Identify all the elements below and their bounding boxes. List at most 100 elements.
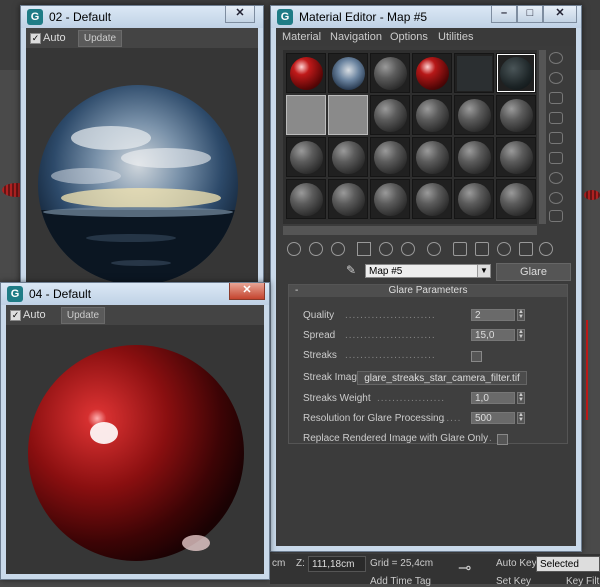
menu-material[interactable]: Material: [282, 31, 321, 43]
assign-material-icon[interactable]: [331, 242, 345, 256]
show-end-result-icon[interactable]: [475, 242, 489, 256]
slots-vertical-scrollbar[interactable]: [539, 50, 546, 224]
maximize-button[interactable]: □: [517, 6, 543, 23]
material-map-navigator-icon[interactable]: [539, 242, 553, 256]
material-editor-window[interactable]: G Material Editor - Map #5 – □ ✕ Materia…: [270, 5, 582, 552]
sample-slot[interactable]: [370, 137, 410, 177]
menu-navigation[interactable]: Navigation: [330, 31, 382, 43]
sample-slot[interactable]: [328, 95, 368, 135]
spinner-arrows-icon[interactable]: ▲ ▼: [517, 329, 525, 341]
make-preview-icon[interactable]: [549, 152, 563, 164]
show-shaded-material-icon[interactable]: [453, 242, 467, 256]
material-id-channel-icon[interactable]: [427, 242, 441, 256]
video-color-check-icon[interactable]: [549, 132, 563, 144]
rollout-title[interactable]: Glare Parameters: [289, 285, 567, 297]
window-02-default[interactable]: G 02 - Default ✕ ✓ Auto Update: [20, 5, 264, 295]
sample-slot[interactable]: [412, 53, 452, 93]
selection-set-dropdown[interactable]: Selected: [536, 556, 600, 572]
replace-rendered-checkbox[interactable]: [497, 434, 508, 445]
spread-spinner[interactable]: 15,0: [471, 329, 515, 341]
select-by-material-icon[interactable]: [549, 192, 563, 204]
sample-slot[interactable]: [286, 137, 326, 177]
sample-slot[interactable]: [370, 95, 410, 135]
sample-slot[interactable]: [370, 179, 410, 219]
window-04-close-button[interactable]: ✕: [229, 283, 265, 300]
sample-slot[interactable]: [286, 95, 326, 135]
sample-slot[interactable]: [496, 137, 536, 177]
set-key-button[interactable]: Set Key: [496, 576, 531, 587]
streaks-checkbox[interactable]: [471, 351, 482, 362]
render-view: [6, 325, 264, 574]
material-map-navigator-icon[interactable]: [549, 210, 563, 222]
reset-map-icon[interactable]: [357, 242, 371, 256]
sample-slot[interactable]: [496, 95, 536, 135]
close-button[interactable]: ✕: [543, 6, 577, 23]
sample-slot[interactable]: [328, 53, 368, 93]
window-04-client: ✓ Auto Update: [6, 305, 264, 574]
sample-slot[interactable]: [370, 53, 410, 93]
viewport-object: [584, 190, 600, 200]
material-editor-titlebar[interactable]: G Material Editor - Map #5 – □ ✕: [271, 6, 581, 28]
sample-slot[interactable]: [454, 179, 494, 219]
options-icon[interactable]: [549, 172, 563, 184]
get-material-icon[interactable]: [287, 242, 301, 256]
spinner-arrows-icon[interactable]: ▲ ▼: [517, 412, 525, 424]
sample-slot[interactable]: [454, 53, 494, 93]
make-unique-icon[interactable]: [379, 242, 393, 256]
window-04-titlebar[interactable]: G 04 - Default ✕: [1, 283, 269, 305]
add-time-tag[interactable]: Add Time Tag: [370, 576, 431, 587]
sample-slot[interactable]: [496, 179, 536, 219]
streaks-weight-label: Streaks Weight: [303, 393, 371, 404]
update-button[interactable]: Update: [78, 30, 122, 47]
rollout-collapse-icon[interactable]: -: [295, 285, 298, 297]
window-04-title: 04 - Default: [29, 287, 92, 301]
auto-key-button[interactable]: Auto Key: [496, 558, 537, 569]
background-icon[interactable]: [549, 92, 563, 104]
spinner-arrows-icon[interactable]: ▲ ▼: [517, 392, 525, 404]
chevron-down-icon[interactable]: ▼: [477, 265, 490, 277]
sample-slot[interactable]: [454, 137, 494, 177]
sample-slot[interactable]: [412, 179, 452, 219]
window-02-close-button[interactable]: ✕: [225, 6, 255, 23]
update-button[interactable]: Update: [61, 307, 105, 324]
sample-uv-tiling-icon[interactable]: [549, 112, 563, 124]
map-type-button[interactable]: Glare: [496, 263, 571, 281]
sample-slot[interactable]: [412, 137, 452, 177]
viewport-object: [586, 320, 588, 420]
streaks-weight-spinner[interactable]: 1,0: [471, 392, 515, 404]
sample-slot[interactable]: [328, 137, 368, 177]
window-04-default[interactable]: G 04 - Default ✕ ✓ Auto Update: [0, 282, 270, 580]
streak-image-file-button[interactable]: glare_streaks_star_camera_filter.tif: [357, 371, 527, 385]
auto-checkbox[interactable]: ✓: [10, 310, 21, 321]
menu-utilities[interactable]: Utilities: [438, 31, 473, 43]
auto-checkbox[interactable]: ✓: [30, 33, 41, 44]
window-02-titlebar[interactable]: G 02 - Default ✕: [21, 6, 263, 28]
key-icon[interactable]: ⊸: [458, 558, 471, 578]
spinner-arrows-icon[interactable]: ▲ ▼: [517, 309, 525, 321]
key-filters-button[interactable]: Key Filt: [566, 576, 599, 587]
streak-image-label: Streak Image: [303, 372, 363, 383]
z-coordinate-field[interactable]: 111,18cm: [308, 556, 366, 572]
sample-type-icon[interactable]: [549, 52, 563, 64]
resolution-spinner[interactable]: 500: [471, 412, 515, 424]
dots-leader: .......: [435, 413, 462, 424]
sample-slot[interactable]: [286, 53, 326, 93]
menu-options[interactable]: Options: [390, 31, 428, 43]
sample-slot[interactable]: [454, 95, 494, 135]
go-to-parent-icon[interactable]: [497, 242, 511, 256]
slots-horizontal-scrollbar[interactable]: [283, 226, 537, 235]
red-sphere-render: [28, 345, 244, 561]
dots-leader: ........................: [345, 310, 436, 321]
sample-slot[interactable]: [412, 95, 452, 135]
map-name-field[interactable]: Map #5 ▼: [365, 264, 491, 278]
go-forward-to-sibling-icon[interactable]: [519, 242, 533, 256]
quality-spinner[interactable]: 2: [471, 309, 515, 321]
put-material-to-scene-icon[interactable]: [309, 242, 323, 256]
sample-slot[interactable]: [286, 179, 326, 219]
sample-slot[interactable]: [328, 179, 368, 219]
eyedropper-icon[interactable]: ✎: [346, 263, 360, 279]
minimize-button[interactable]: –: [491, 6, 517, 23]
sample-slot-selected[interactable]: [496, 53, 536, 93]
put-to-library-icon[interactable]: [401, 242, 415, 256]
backlight-icon[interactable]: [549, 72, 563, 84]
